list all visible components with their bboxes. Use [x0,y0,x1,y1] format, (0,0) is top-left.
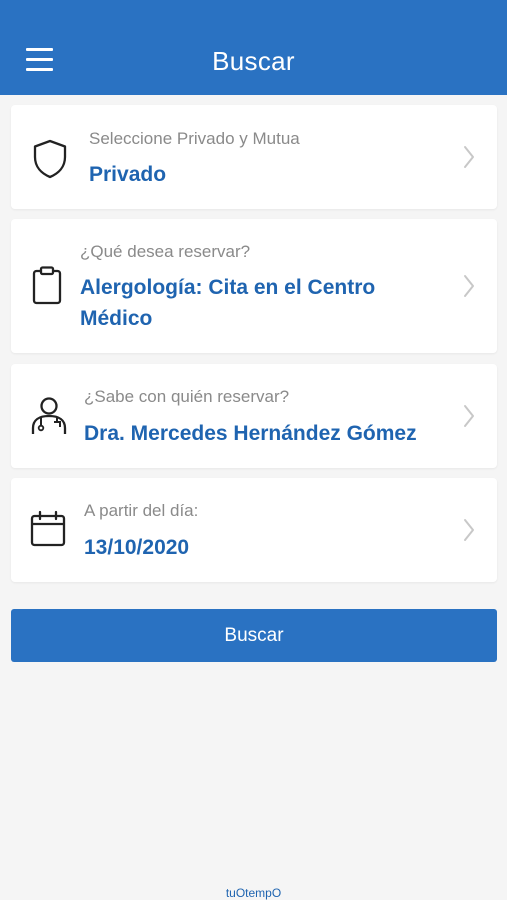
app-bar: Buscar [0,0,507,95]
insurance-value: Privado [89,163,167,186]
chevron-right-icon [464,519,474,541]
shield-icon [33,139,67,179]
brand-logo: tuOtempO [225,886,282,900]
chevron-right-icon [464,146,474,168]
calendar-icon [30,510,66,547]
doctor-value: Dra. Mercedes Hernández Gómez [84,422,417,445]
date-value: 13/10/2020 [84,536,190,559]
chevron-right-icon [464,405,474,427]
doctor-selector[interactable]: ¿Sabe con quién reservar? Dra. Mercedes … [11,364,497,468]
service-label: ¿Qué desea reservar? [80,242,251,261]
search-button[interactable]: Buscar [11,609,497,662]
service-selector[interactable]: ¿Qué desea reservar? Alergología: Cita e… [11,219,497,353]
insurance-selector[interactable]: Seleccione Privado y Mutua Privado [11,105,497,209]
doctor-label: ¿Sabe con quién reservar? [84,387,290,406]
clipboard-icon [32,266,62,305]
doctor-icon [31,397,67,434]
insurance-label: Seleccione Privado y Mutua [89,129,300,148]
date-selector[interactable]: A partir del día: 13/10/2020 [11,478,497,582]
service-value: Alergología: Cita en el Centro Médico [80,276,376,330]
date-label: A partir del día: [84,501,199,520]
chevron-right-icon [464,275,474,297]
page-title: Buscar [212,46,295,76]
